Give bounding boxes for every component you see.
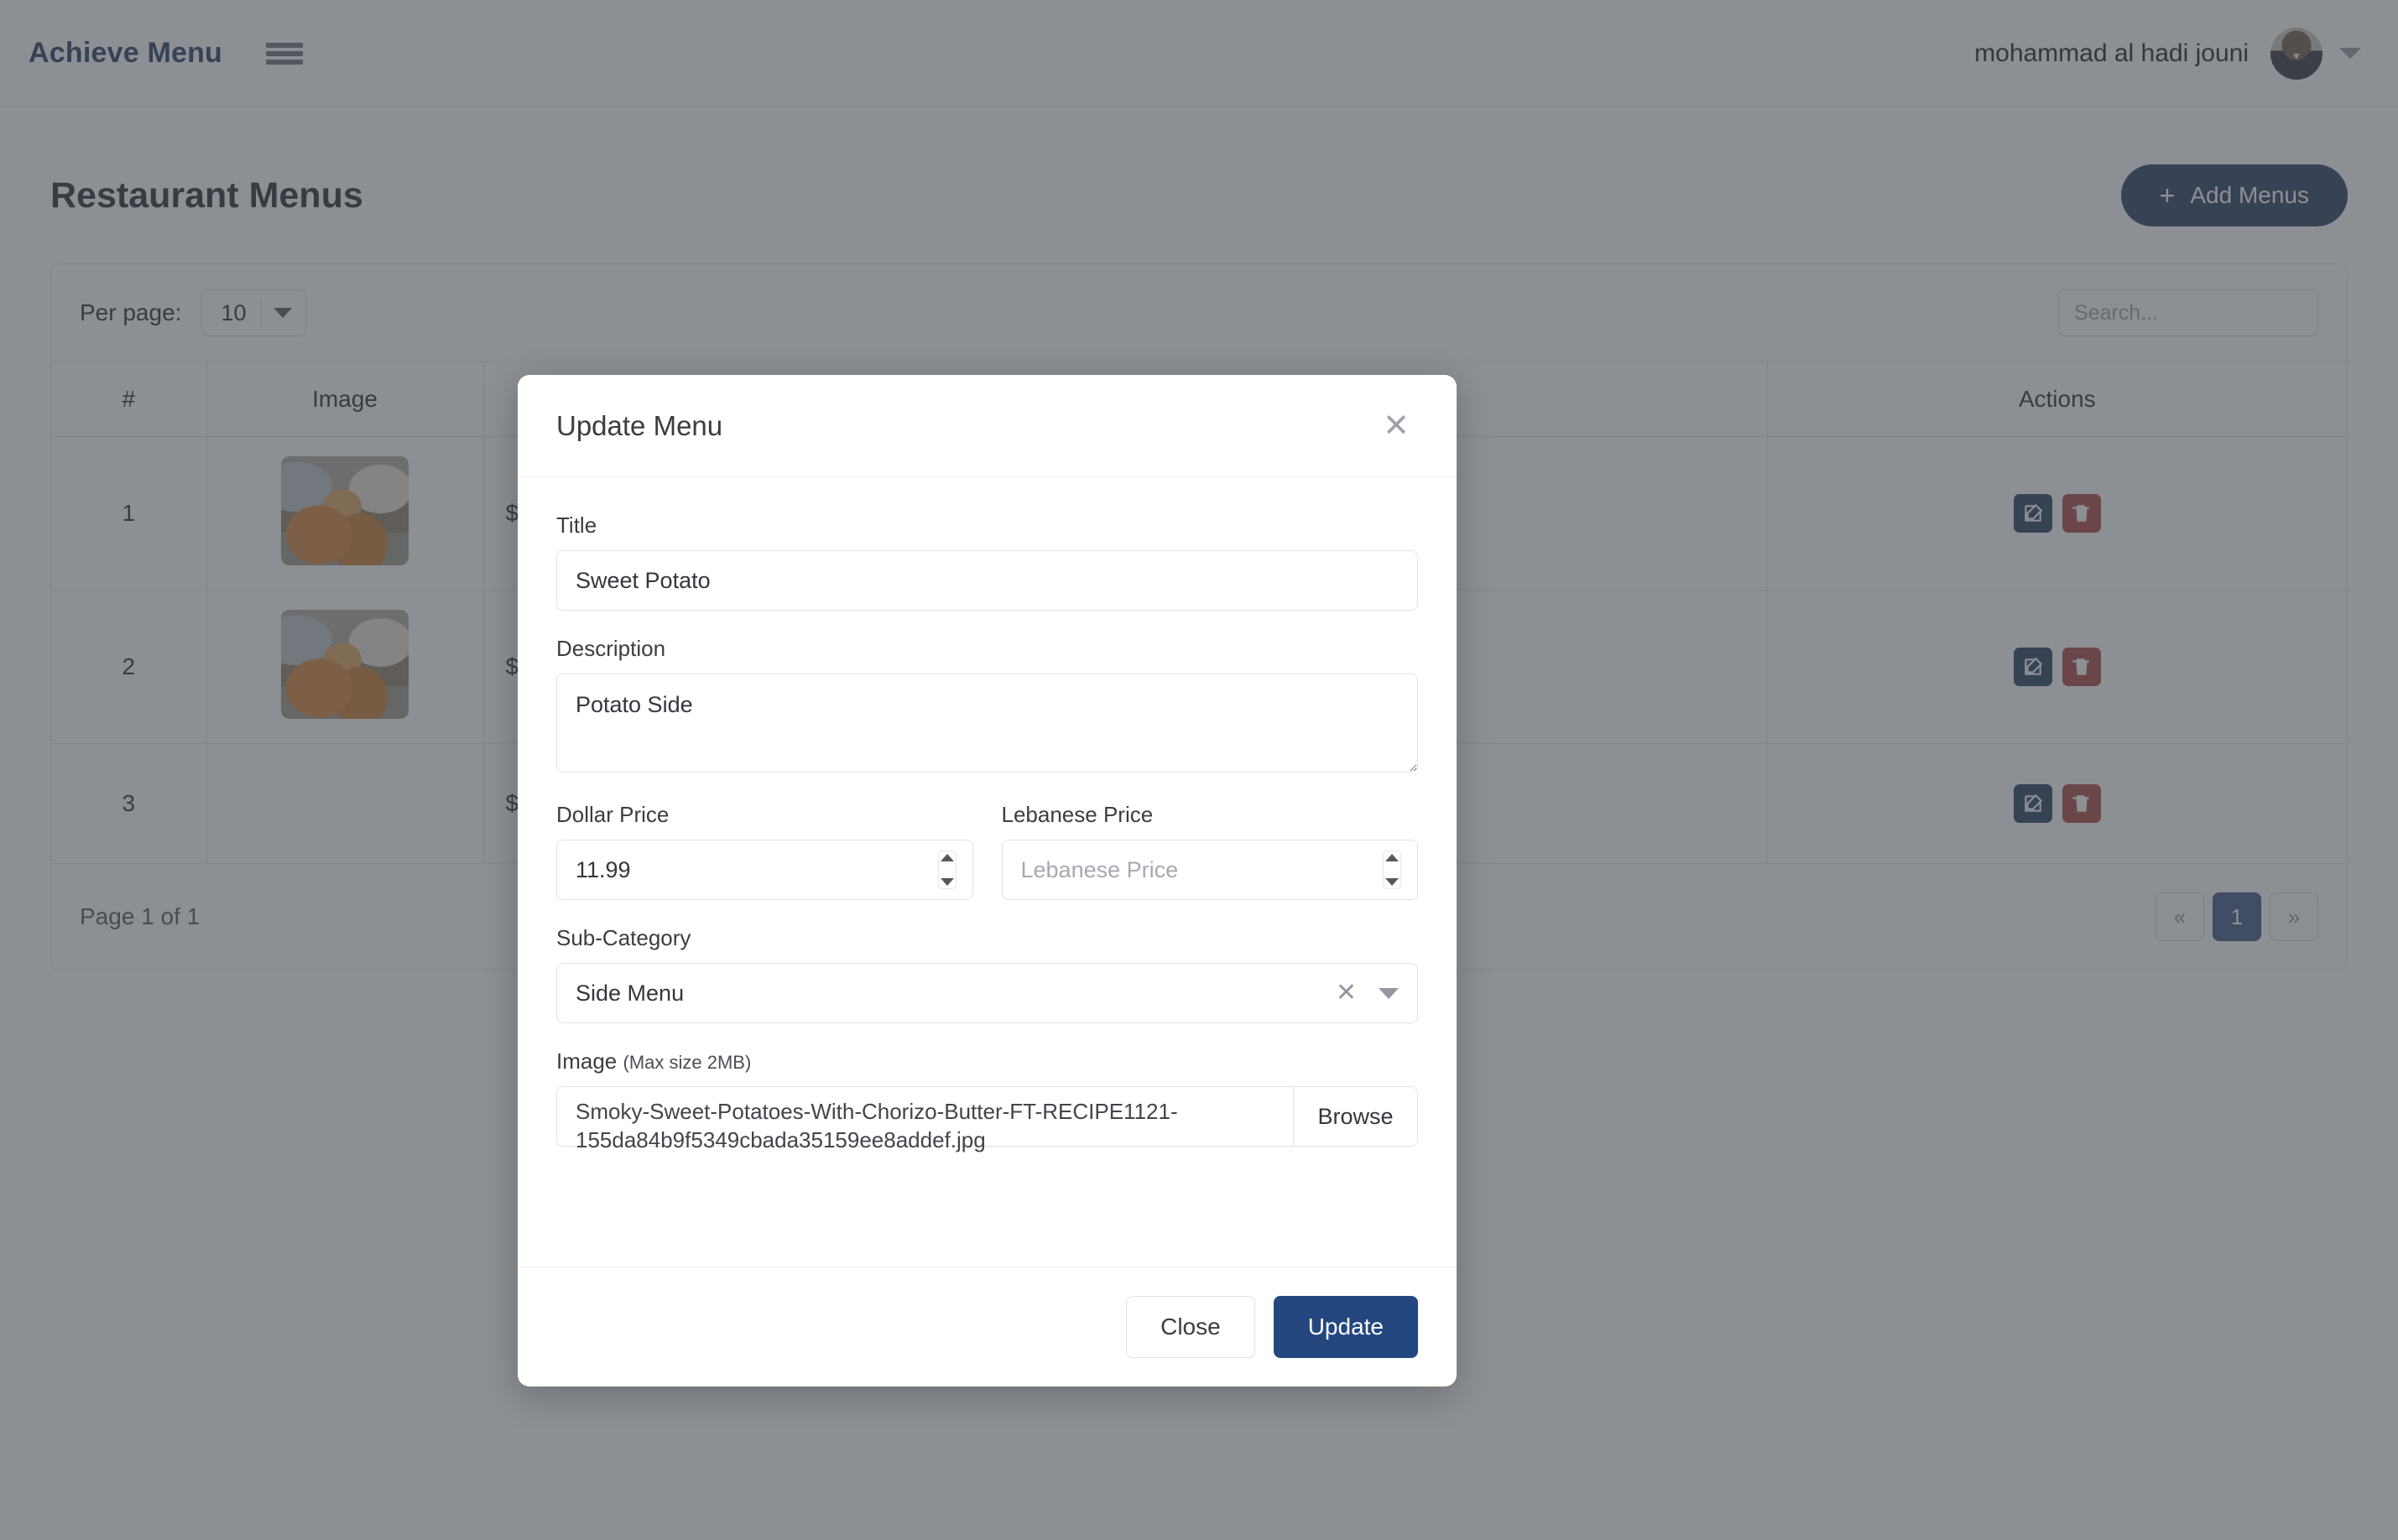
modal-footer: Close Update (518, 1267, 1457, 1387)
field-image: Image (Max size 2MB) Smoky-Sweet-Potatoe… (556, 1048, 1418, 1147)
stepper-down-icon[interactable] (1385, 878, 1399, 886)
dollar-price-stepper[interactable] (938, 851, 957, 889)
field-title: Title (556, 512, 1418, 611)
description-label: Description (556, 636, 1418, 662)
clear-x-icon[interactable]: ✕ (1336, 981, 1357, 1006)
description-textarea[interactable]: Potato Side (556, 674, 1418, 773)
field-subcategory: Sub-Category Side Menu ✕ (556, 925, 1418, 1023)
image-file-input[interactable]: Smoky-Sweet-Potatoes-With-Chorizo-Butter… (556, 1086, 1418, 1147)
stepper-up-icon[interactable] (941, 854, 954, 861)
stepper-down-icon[interactable] (941, 878, 954, 886)
caret-down-icon[interactable] (1379, 988, 1399, 999)
image-file-name: Smoky-Sweet-Potatoes-With-Chorizo-Butter… (557, 1087, 1293, 1146)
stepper-up-icon[interactable] (1385, 854, 1399, 861)
dollar-price-wrap (556, 840, 973, 900)
subcategory-value: Side Menu (576, 981, 1336, 1007)
lebanese-price-input[interactable] (1002, 840, 1419, 900)
dollar-price-label: Dollar Price (556, 802, 973, 828)
update-menu-modal: Update Menu ✕ Title Description Potato S… (518, 375, 1457, 1387)
image-size-hint: (Max size 2MB) (623, 1052, 752, 1073)
image-label-text: Image (556, 1048, 617, 1074)
lebanese-price-wrap (1002, 840, 1419, 900)
field-dollar-price: Dollar Price (556, 802, 973, 900)
lebanese-price-label: Lebanese Price (1002, 802, 1419, 828)
price-row: Dollar Price Lebanese Price (556, 802, 1418, 925)
modal-header: Update Menu ✕ (518, 375, 1457, 477)
title-input[interactable] (556, 550, 1418, 611)
modal-body: Title Description Potato Side Dollar Pri… (518, 477, 1457, 1267)
lebanese-price-stepper[interactable] (1383, 851, 1401, 889)
browse-button[interactable]: Browse (1293, 1087, 1417, 1146)
image-label: Image (Max size 2MB) (556, 1048, 1418, 1074)
title-label: Title (556, 512, 1418, 538)
dollar-price-input[interactable] (556, 840, 973, 900)
update-button[interactable]: Update (1274, 1296, 1418, 1358)
subcategory-select[interactable]: Side Menu ✕ (556, 963, 1418, 1023)
field-lebanese-price: Lebanese Price (1002, 802, 1419, 900)
field-description: Description Potato Side (556, 636, 1418, 777)
close-button[interactable]: Close (1126, 1296, 1255, 1358)
modal-title: Update Menu (556, 410, 722, 442)
subcategory-label: Sub-Category (556, 925, 1418, 951)
close-icon[interactable]: ✕ (1376, 407, 1416, 445)
